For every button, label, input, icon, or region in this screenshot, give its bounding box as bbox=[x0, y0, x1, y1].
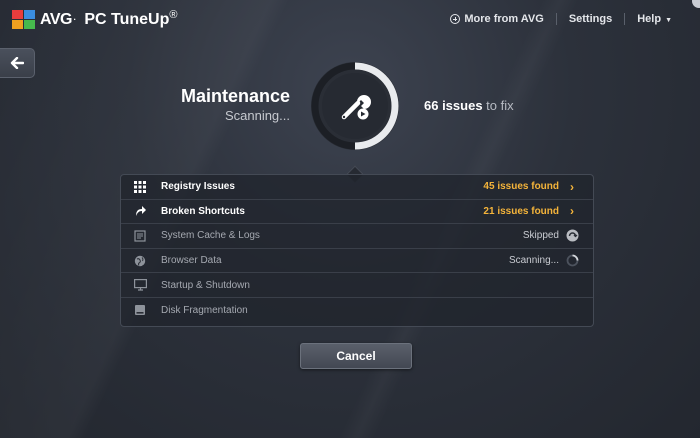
scan-results-panel: Registry Issues 45 issues found › Broken… bbox=[120, 174, 594, 327]
issues-suffix: to fix bbox=[486, 98, 514, 113]
monitor-icon bbox=[133, 278, 147, 292]
scan-item-status: Scanning... bbox=[508, 255, 559, 267]
scan-item-status: 45 issues found bbox=[483, 181, 559, 193]
registry-grid-icon bbox=[133, 180, 147, 194]
nav-divider bbox=[555, 13, 557, 25]
product-name: PC TuneUp bbox=[84, 11, 170, 28]
plus-circle-icon bbox=[450, 14, 461, 24]
registered-mark: ® bbox=[169, 9, 178, 21]
chevron-right-icon[interactable]: › bbox=[565, 180, 579, 194]
disk-icon bbox=[133, 303, 147, 317]
settings-link[interactable]: Settings bbox=[569, 13, 612, 25]
header: AVG . PC TuneUp ® More from AVG Settings… bbox=[0, 0, 700, 44]
scan-item-system-cache-logs: System Cache & Logs Skipped bbox=[121, 224, 593, 249]
more-from-avg-label: More from AVG bbox=[464, 13, 544, 25]
broken-shortcut-icon bbox=[133, 204, 147, 218]
cancel-button[interactable]: Cancel bbox=[300, 343, 412, 369]
help-menu[interactable]: Help ▼ bbox=[637, 13, 672, 25]
back-button[interactable] bbox=[0, 48, 35, 78]
spinner-icon bbox=[565, 254, 579, 268]
scan-item-label: System Cache & Logs bbox=[161, 230, 260, 242]
avg-logo-icon bbox=[12, 10, 35, 29]
brand-separator: . bbox=[72, 9, 77, 23]
issues-summary: 66 issues to fix bbox=[424, 98, 514, 113]
issues-count: 66 issues bbox=[424, 98, 483, 113]
top-nav: More from AVG Settings Help ▼ bbox=[450, 13, 672, 25]
settings-label: Settings bbox=[568, 13, 613, 25]
scan-item-startup-shutdown: Startup & Shutdown bbox=[121, 273, 593, 298]
more-from-avg-link[interactable]: More from AVG bbox=[450, 13, 544, 25]
scan-item-label: Broken Shortcuts bbox=[161, 205, 245, 217]
scan-item-status: 21 issues found bbox=[483, 205, 559, 217]
help-label: Help bbox=[637, 13, 662, 25]
page-title: Maintenance bbox=[180, 86, 290, 106]
brand-name: AVG bbox=[40, 11, 72, 28]
nav-divider bbox=[624, 13, 626, 25]
app-logo: AVG . PC TuneUp ® bbox=[12, 9, 178, 30]
scan-item-broken-shortcuts[interactable]: Broken Shortcuts 21 issues found › bbox=[121, 200, 593, 225]
scan-item-registry-issues[interactable]: Registry Issues 45 issues found › bbox=[121, 175, 593, 200]
scan-item-disk-fragmentation: Disk Fragmentation bbox=[121, 298, 593, 323]
scan-progress-gauge bbox=[311, 62, 399, 150]
scan-item-label: Browser Data bbox=[161, 255, 222, 267]
arrow-left-icon bbox=[10, 57, 24, 69]
scan-item-label: Startup & Shutdown bbox=[161, 279, 250, 291]
scan-item-browser-data: Browser Data Scanning... bbox=[121, 249, 593, 274]
skipped-icon bbox=[565, 229, 579, 243]
chevron-right-icon[interactable]: › bbox=[565, 204, 579, 218]
caret-down-icon: ▼ bbox=[665, 16, 672, 24]
cache-logs-icon bbox=[133, 229, 147, 243]
scan-item-label: Registry Issues bbox=[161, 181, 235, 193]
scan-status-text: Scanning... bbox=[224, 108, 290, 123]
scan-item-status: Skipped bbox=[522, 230, 559, 242]
scan-item-label: Disk Fragmentation bbox=[161, 304, 248, 316]
globe-icon bbox=[133, 254, 147, 268]
window-control-button[interactable] bbox=[692, 0, 700, 8]
